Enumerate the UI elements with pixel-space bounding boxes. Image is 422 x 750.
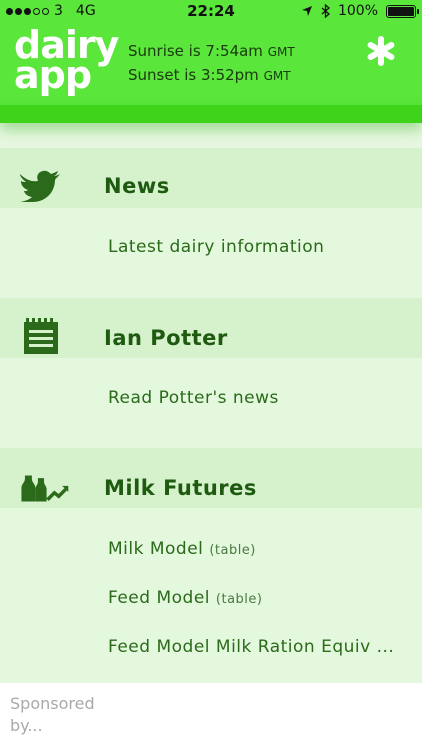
settings-asterisk-icon[interactable]: [366, 36, 396, 66]
sunset-timezone: GMT: [263, 69, 291, 83]
sunset-text: Sunset is 3:52pm: [128, 66, 259, 84]
location-arrow-icon: [301, 6, 312, 16]
section-title-milk-futures: Milk Futures: [104, 476, 257, 500]
logo-line-2: app: [14, 53, 92, 97]
battery-icon: [386, 4, 419, 18]
header-shadow-band: [0, 105, 422, 123]
sunrise-line: Sunrise is 7:54am GMT: [128, 40, 295, 64]
list-item-feed-model[interactable]: Feed Model (table): [108, 588, 263, 608]
section-body-news: Latest dairy information: [0, 208, 422, 298]
app-header: 3 4G 22:24 100% dairy app Sunrise is 7:5…: [0, 0, 422, 112]
list-item-suffix: (table): [209, 543, 256, 558]
dairy-app-logo: dairy app: [14, 26, 119, 97]
list-item-label: Read Potter's news: [108, 388, 279, 408]
list-item-label: Latest dairy information: [108, 237, 325, 257]
section-body-ian-potter: Read Potter's news: [0, 358, 422, 448]
sponsored-banner[interactable]: Sponsored by...: [0, 683, 422, 750]
sun-times: Sunrise is 7:54am GMT Sunset is 3:52pm G…: [128, 40, 295, 88]
asterisk-icon: [367, 36, 395, 66]
milk-bottles-chart-icon: [21, 475, 69, 502]
status-right: 100%: [301, 3, 419, 19]
notepad-icon: [24, 318, 58, 354]
section-header-milk-futures: Milk Futures: [0, 448, 422, 508]
list-item-label: Feed Model Milk Ration Equiv ...: [108, 637, 395, 657]
twitter-bird-icon: [20, 170, 60, 202]
list-item-read-potters-news[interactable]: Read Potter's news: [108, 388, 279, 408]
list-item-label: Milk Model: [108, 539, 204, 559]
list-item-suffix: (table): [215, 592, 263, 607]
section-header-news: News: [0, 148, 422, 208]
sunrise-text: Sunrise is 7:54am: [128, 42, 263, 60]
list-item-feed-model-milk-ration[interactable]: Feed Model Milk Ration Equiv ...: [108, 637, 394, 657]
section-title-ian-potter: Ian Potter: [104, 326, 228, 350]
sunrise-timezone: GMT: [267, 45, 295, 59]
section-body-milk-futures: Milk Model (table) Feed Model (table) Fe…: [0, 508, 422, 683]
list-item-latest-dairy-info[interactable]: Latest dairy information: [108, 237, 324, 257]
section-header-ian-potter: Ian Potter: [0, 298, 422, 358]
section-title-news: News: [104, 174, 170, 198]
list-item-milk-model[interactable]: Milk Model (table): [108, 539, 256, 559]
battery-percent: 100%: [337, 3, 378, 19]
bluetooth-icon: [321, 4, 330, 18]
status-bar: 3 4G 22:24 100%: [0, 0, 422, 22]
sponsored-text: Sponsored by...: [10, 694, 95, 735]
list-item-label: Feed Model: [108, 588, 211, 608]
sunset-line: Sunset is 3:52pm GMT: [128, 64, 295, 88]
